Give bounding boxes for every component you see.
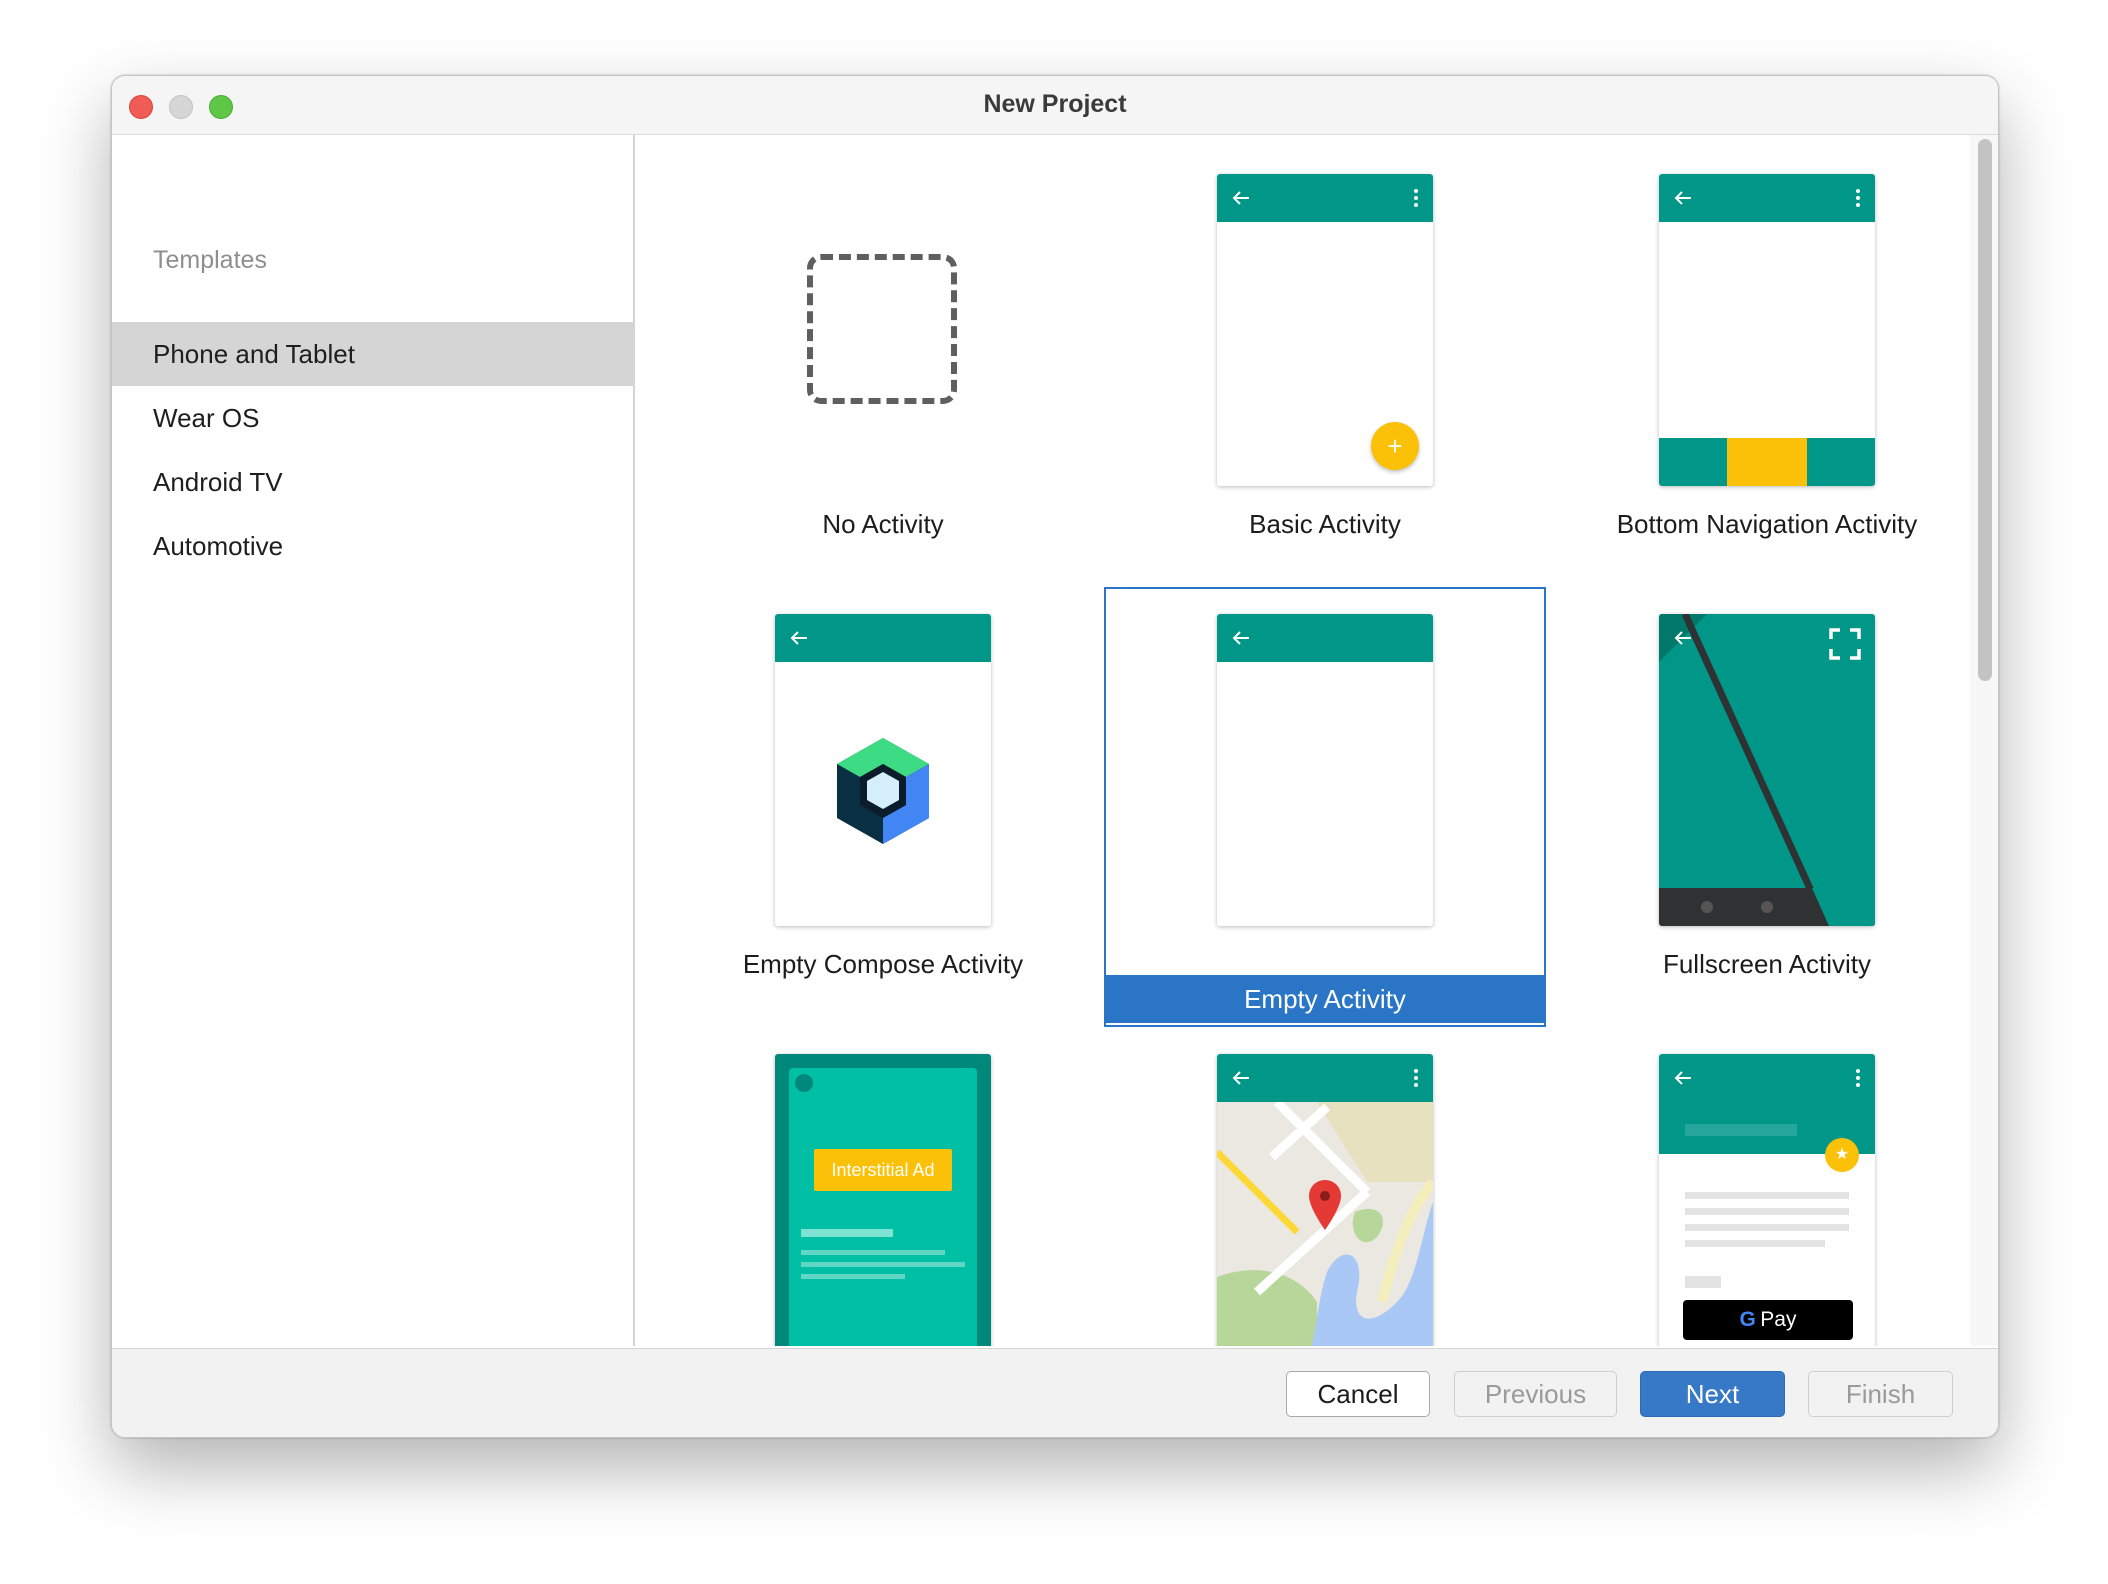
template-label: Bottom Navigation Activity <box>1616 509 1918 539</box>
ad-panel: Interstitial Ad <box>789 1068 977 1346</box>
map-pin-icon <box>1309 1180 1341 1230</box>
ad-text-line <box>801 1229 893 1237</box>
bottom-nav-active-item <box>1727 438 1807 486</box>
ad-text-line <box>801 1262 965 1267</box>
back-arrow-icon <box>1674 191 1691 205</box>
sidebar-item-automotive[interactable]: Automotive <box>112 514 633 578</box>
fullscreen-thumbnail <box>1659 614 1875 926</box>
template-label: Empty Compose Activity <box>742 949 1024 979</box>
dashed-square-icon <box>807 254 957 404</box>
template-bottom-navigation-activity[interactable]: Bottom Navigation Activity <box>1546 147 1988 587</box>
google-g-icon: G <box>1739 1308 1756 1331</box>
sidebar-item-phone-and-tablet[interactable]: Phone and Tablet <box>112 322 633 386</box>
template-label-selected: Empty Activity <box>1106 975 1544 1023</box>
template-label: Fullscreen Activity <box>1662 949 1872 979</box>
dialog-footer: Cancel Previous Next Finish <box>112 1348 1998 1437</box>
back-arrow-icon <box>1674 631 1691 645</box>
empty-activity-thumbnail <box>1217 614 1433 926</box>
app-bar <box>1217 174 1433 222</box>
body-text-line <box>1685 1192 1849 1199</box>
sidebar-item-android-tv[interactable]: Android TV <box>112 450 633 514</box>
template-fullscreen-activity[interactable]: Fullscreen Activity <box>1546 587 1988 1027</box>
diagonal-stripe <box>1659 614 1831 926</box>
body-text-line <box>1685 1224 1849 1231</box>
previous-button[interactable]: Previous <box>1454 1371 1617 1417</box>
phone-mockup <box>1659 174 1875 486</box>
template-no-activity[interactable]: No Activity <box>662 147 1104 587</box>
template-empty-compose-activity[interactable]: Empty Compose Activity <box>662 587 1104 1027</box>
finish-button[interactable]: Finish <box>1808 1371 1953 1417</box>
pay-label: Pay <box>1760 1308 1797 1331</box>
more-vert-icon <box>1856 1069 1860 1087</box>
phone-mockup <box>1217 614 1433 926</box>
templates-sidebar: Templates Phone and Tablet Wear OS Andro… <box>112 135 635 1346</box>
next-button[interactable]: Next <box>1640 1371 1785 1417</box>
google-pay-button: G Pay <box>1683 1300 1853 1340</box>
new-project-window: New Project Templates Phone and Tablet W… <box>111 75 1999 1438</box>
jetpack-compose-logo-icon <box>837 738 929 844</box>
scrollbar-thumb[interactable] <box>1978 139 1992 681</box>
back-arrow-icon <box>1232 1071 1249 1085</box>
phone-mockup: ★ G Pay <box>1659 1054 1875 1346</box>
fullscreen-expand-icon <box>1829 628 1861 660</box>
app-bar <box>775 614 991 662</box>
title-bar: New Project <box>112 76 1998 135</box>
back-arrow-icon <box>1232 631 1249 645</box>
phone-mockup: Interstitial Ad <box>775 1054 991 1346</box>
template-basic-activity[interactable]: + Basic Activity <box>1104 147 1546 587</box>
header-text-line <box>1685 1124 1797 1136</box>
sidebar-item-wear-os[interactable]: Wear OS <box>112 386 633 450</box>
phone-mockup <box>775 614 991 926</box>
more-vert-icon <box>1414 189 1418 207</box>
star-badge-icon: ★ <box>1825 1138 1859 1172</box>
bottom-navigation-bar <box>1659 438 1875 486</box>
app-bar <box>1217 614 1433 662</box>
ad-text-line <box>801 1250 945 1255</box>
ad-dot-icon <box>795 1074 813 1092</box>
template-label: No Activity <box>822 509 944 539</box>
more-vert-icon <box>1856 189 1860 207</box>
back-arrow-icon <box>1674 1071 1691 1085</box>
compose-thumbnail <box>775 614 991 926</box>
template-empty-activity[interactable]: Empty Activity <box>1104 587 1546 1027</box>
vertical-scrollbar[interactable] <box>1970 135 1998 1346</box>
fab-plus-icon: + <box>1371 422 1419 470</box>
ad-text-line <box>801 1274 905 1279</box>
body-text-short <box>1685 1276 1721 1288</box>
phone-mockup: + <box>1217 174 1433 486</box>
bottom-nav-thumbnail <box>1659 174 1875 486</box>
diagonal-stripe-overlay <box>1812 888 1875 926</box>
phone-mockup <box>1659 614 1875 926</box>
window-title: New Project <box>983 90 1127 118</box>
sidebar-list: Phone and Tablet Wear OS Android TV Auto… <box>112 322 633 578</box>
app-bar <box>1217 1054 1433 1102</box>
app-bar <box>1659 174 1875 222</box>
cancel-button[interactable]: Cancel <box>1286 1371 1430 1417</box>
body-text-line <box>1685 1208 1849 1215</box>
more-vert-icon <box>1414 1069 1418 1087</box>
phone-mockup <box>1217 1054 1433 1346</box>
maps-thumbnail <box>1217 1054 1433 1346</box>
interstitial-ad-badge: Interstitial Ad <box>814 1149 952 1191</box>
template-gallery: No Activity + Basic Activity Bottom Navi… <box>635 135 1998 1346</box>
template-maps-activity[interactable] <box>1104 1027 1546 1346</box>
template-interstitial-ad[interactable]: Interstitial Ad <box>662 1027 1104 1346</box>
back-arrow-icon <box>790 631 807 645</box>
google-pay-thumbnail: ★ G Pay <box>1659 1054 1875 1346</box>
no-activity-thumbnail <box>775 174 991 486</box>
template-google-pay-activity[interactable]: ★ G Pay <box>1546 1027 1988 1346</box>
back-arrow-icon <box>1232 191 1249 205</box>
body-text-line <box>1685 1240 1825 1247</box>
basic-activity-thumbnail: + <box>1217 174 1433 486</box>
template-label: Basic Activity <box>1249 509 1401 539</box>
interstitial-ad-thumbnail: Interstitial Ad <box>775 1054 991 1346</box>
sidebar-header: Templates <box>153 246 267 274</box>
